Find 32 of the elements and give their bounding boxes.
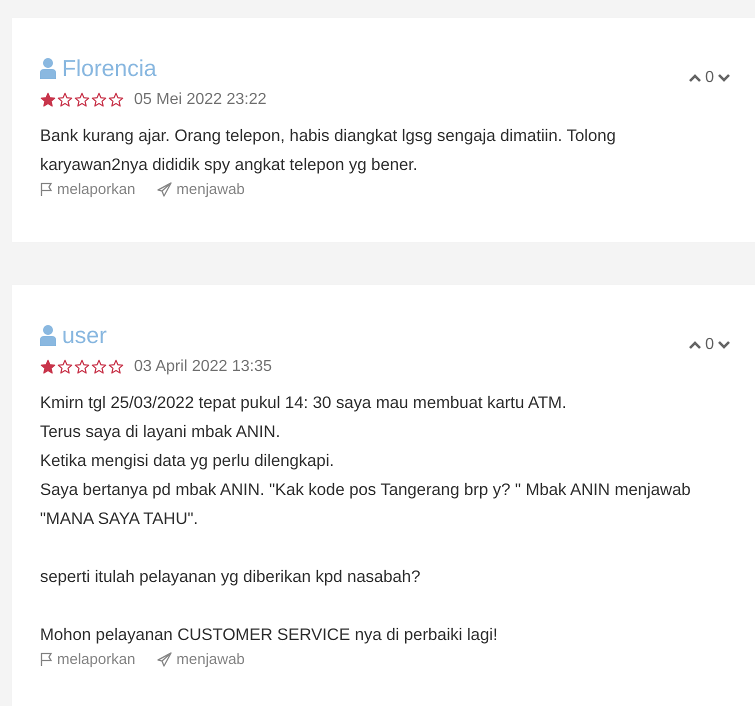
review-text: Kmirn tgl 25/03/2022 tepat pukul 14: 30 saya mau membuat kartu ATM. Terus saya di layani mbak ANIN. Ketika mengisi data yg perlu dilengkapi. Saya bertanya pd mbak ANIN. "Kak kode pos Tangerang brp y? " Mbak ANIN menjawab "MANA SAYA TAHU".: [40, 392, 692, 530]
flag-icon: [40, 182, 53, 197]
review-text: Mohon pelayanan CUSTOMER SERVICE nya di perbaiki lagi!: [40, 624, 499, 646]
author-name[interactable]: Florencia: [62, 55, 157, 82]
empty-star-icon: [91, 359, 107, 375]
filled-star-icon: [40, 359, 56, 375]
vote-count: 0: [705, 69, 714, 87]
review-text: seperti itulah pelayanan yg diberikan kpd nasabah?: [40, 566, 422, 588]
upvote-icon[interactable]: [688, 73, 702, 83]
review-date: 05 Mei 2022 23:22: [134, 91, 267, 109]
user-icon: [40, 58, 56, 80]
empty-star-icon: [91, 92, 107, 108]
empty-star-icon: [74, 359, 90, 375]
paper-plane-icon: [157, 182, 172, 197]
filled-star-icon: [40, 92, 56, 108]
review-date: 03 April 2022 13:35: [134, 358, 272, 376]
reply-link[interactable]: menjawab: [157, 651, 245, 668]
empty-star-icon: [74, 92, 90, 108]
flag-icon: [40, 652, 53, 667]
downvote-icon[interactable]: [717, 340, 731, 350]
author-name[interactable]: user: [62, 322, 107, 349]
reply-link[interactable]: menjawab: [157, 181, 245, 198]
empty-star-icon: [108, 92, 124, 108]
downvote-icon[interactable]: [717, 73, 731, 83]
vote-count: 0: [705, 336, 714, 354]
empty-star-icon: [108, 359, 124, 375]
review-text: Bank kurang ajar. Orang telepon, habis diangkat lgsg sengaja dimatiin. Tolong karyawan2nya dididik spy angkat telepon yg bener.: [40, 125, 617, 176]
report-link[interactable]: melaporkan: [40, 651, 136, 668]
report-link[interactable]: melaporkan: [40, 181, 136, 198]
paper-plane-icon: [157, 652, 172, 667]
upvote-icon[interactable]: [688, 340, 702, 350]
user-icon: [40, 324, 56, 346]
